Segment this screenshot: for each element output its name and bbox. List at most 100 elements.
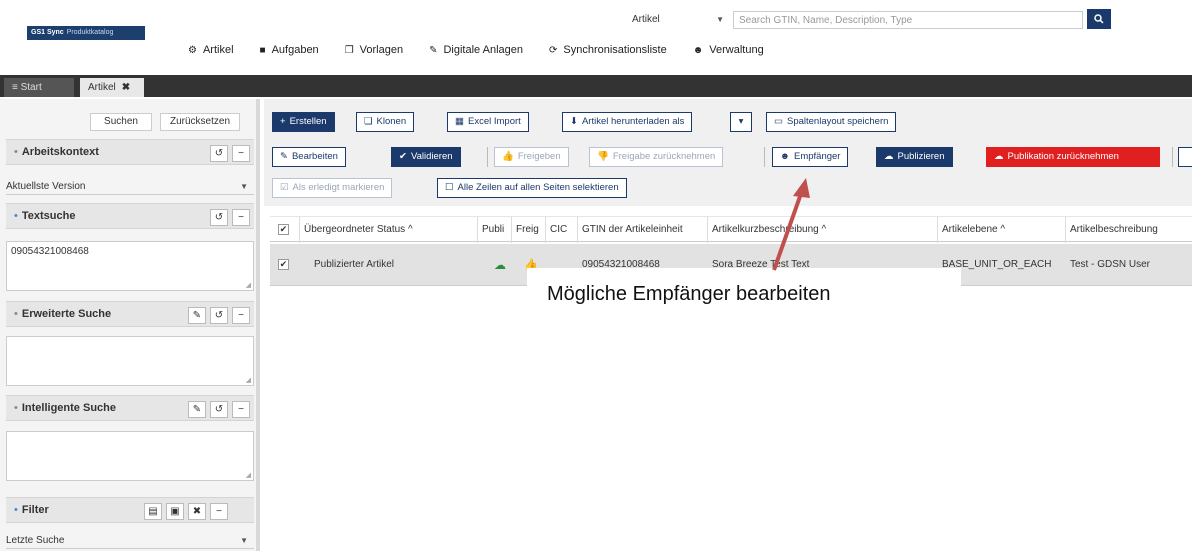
column-header[interactable]: Übergeordneter Status ^	[300, 217, 478, 243]
nav-label: Aufgaben	[271, 44, 319, 56]
search-button[interactable]	[1087, 9, 1111, 29]
erweiterte-suche-area[interactable]: ◢	[6, 336, 254, 386]
tasks-icon: ■	[259, 44, 266, 56]
panel-title-text: Erweiterte Suche	[21, 308, 112, 320]
search-button-sidebar[interactable]: Suchen	[90, 113, 152, 131]
search-input[interactable]	[733, 11, 1083, 29]
validate-button[interactable]: ✔ Validieren	[391, 147, 461, 167]
save-column-layout-button[interactable]: ▭ Spaltenlayout speichern	[766, 112, 897, 132]
undo-icon[interactable]: ↺	[210, 145, 228, 162]
save-icon[interactable]: ▤	[144, 503, 162, 520]
select-all-checkbox[interactable]: ✔	[270, 217, 300, 243]
collapse-icon: •	[14, 402, 18, 414]
button-label: Validieren	[410, 151, 453, 162]
download-icon: ⬇	[570, 116, 578, 127]
select-all-rows-button[interactable]: ☐ Alle Zeilen auf allen Seiten selektiere…	[437, 178, 627, 198]
download-button[interactable]: ⬇ Artikel herunterladen als	[562, 112, 693, 132]
app-header: GS1 SyncProduktkatalog Artikel ▼ ⚙ Artike…	[0, 0, 1192, 68]
collapse-icon: •	[14, 146, 18, 158]
nav-aufgaben[interactable]: ■ Aufgaben	[260, 44, 319, 56]
undo-icon[interactable]: ↺	[210, 209, 228, 226]
reset-button[interactable]: Zurücksetzen	[160, 113, 240, 131]
check-icon: ✔	[399, 151, 407, 162]
tab-start[interactable]: ≡ Start	[4, 78, 74, 97]
panel-title: • Filter	[14, 504, 49, 516]
panel-erweiterte-suche[interactable]: • Erweiterte Suche ✎ ↺ −	[6, 301, 254, 327]
panel-intelligente-suche[interactable]: • Intelligente Suche ✎ ↺ −	[6, 395, 254, 421]
minimize-icon[interactable]: −	[232, 401, 250, 418]
nav-artikel[interactable]: ⚙ Artikel	[188, 44, 234, 56]
thumbs-up-icon: 👍	[502, 151, 514, 162]
published-cell: ☁	[478, 244, 512, 286]
resize-grip-icon[interactable]: ◢	[246, 376, 251, 384]
button-label: Als erledigt markieren	[292, 182, 385, 193]
panel-title-text: Arbeitskontext	[21, 146, 99, 158]
publish-button[interactable]: ☁ Publizieren	[876, 147, 953, 167]
close-icon[interactable]: ✖	[122, 82, 130, 93]
checkbox-checked-icon: ✔	[278, 258, 289, 270]
separator	[487, 147, 488, 167]
check-square-icon: ☑	[280, 182, 289, 193]
nav-vorlagen[interactable]: ❐ Vorlagen	[345, 44, 403, 56]
letzte-suche-select[interactable]: Letzte Suche ▼	[6, 533, 254, 549]
column-header[interactable]: GTIN der Artikeleinheit	[578, 217, 708, 243]
nav-label: Vorlagen	[359, 44, 404, 56]
minimize-icon[interactable]: −	[210, 503, 228, 520]
resize-grip-icon[interactable]: ◢	[246, 471, 251, 479]
row-checkbox[interactable]: ✔	[270, 244, 300, 286]
pencil-icon: ✎	[280, 151, 288, 162]
release-button[interactable]: 👍 Freigeben	[494, 147, 569, 167]
nav-synchronisationsliste[interactable]: ⟳ Synchronisationsliste	[549, 44, 667, 56]
excel-import-button[interactable]: ▦ Excel Import	[447, 112, 529, 132]
nav-digitale-anlagen[interactable]: ✎ Digitale Anlagen	[429, 44, 523, 56]
panel-arbeitskontext[interactable]: • Arbeitskontext ↺ −	[6, 139, 254, 165]
panel-textsuche[interactable]: • Textsuche ↺ −	[6, 203, 254, 229]
button-label: Bearbeiten	[291, 151, 338, 162]
button-label: Freigeben	[517, 151, 561, 162]
app-logo[interactable]: GS1 Sync Produktkatalog	[27, 26, 145, 40]
revoke-release-button[interactable]: 👎 Freigabe zurücknehmen	[589, 147, 724, 167]
minimize-icon[interactable]: −	[232, 209, 250, 226]
edit-button[interactable]: ✎ Bearbeiten	[272, 147, 346, 167]
edit-icon[interactable]: ✎	[188, 401, 206, 418]
column-header[interactable]: CIC	[546, 217, 578, 243]
column-header[interactable]: Artikelebene ^	[938, 217, 1066, 243]
mark-done-button[interactable]: ☑ Als erledigt markieren	[272, 178, 393, 198]
edit-icon[interactable]: ✎	[188, 307, 206, 324]
recipients-button[interactable]: ☻ Empfänger	[772, 147, 849, 167]
save-as-icon[interactable]: ▣	[166, 503, 184, 520]
minimize-icon[interactable]: −	[232, 307, 250, 324]
column-header[interactable]: Freig	[512, 217, 546, 243]
overflow-button[interactable]	[1178, 147, 1192, 167]
textsuche-input[interactable]: 09054321008468 ◢	[6, 241, 254, 291]
table-header: ✔ Übergeordneter Status ^ Publi Freig CI…	[270, 216, 1192, 243]
clone-button[interactable]: ❏ Klonen	[356, 112, 415, 132]
panel-title-text: Intelligente Suche	[21, 402, 116, 414]
column-header[interactable]: Publi	[478, 217, 512, 243]
column-header[interactable]: Artikelbeschreibung	[1066, 217, 1192, 243]
undo-icon[interactable]: ↺	[210, 307, 228, 324]
resize-grip-icon[interactable]: ◢	[246, 281, 251, 289]
plus-icon: +	[280, 116, 286, 127]
minimize-icon[interactable]: −	[232, 145, 250, 162]
download-dropdown-button[interactable]: ▾	[730, 112, 752, 132]
tab-artikel[interactable]: Artikel ✖	[80, 78, 144, 97]
button-label: Erstellen	[289, 116, 327, 127]
search-type-select[interactable]: Artikel ▼	[628, 11, 728, 29]
undo-icon[interactable]: ↺	[210, 401, 228, 418]
create-button[interactable]: + Erstellen	[272, 112, 335, 132]
nav-label: Artikel	[202, 44, 234, 56]
panel-title-text: Filter	[21, 504, 49, 516]
tab-label: Artikel	[88, 82, 116, 93]
delete-icon[interactable]: ✖	[188, 503, 206, 520]
nav-verwaltung[interactable]: ☻ Verwaltung	[693, 44, 764, 56]
panel-filter[interactable]: • Filter ▤ ▣ ✖ −	[6, 497, 254, 523]
cloud-remove-icon: ☁	[994, 151, 1004, 162]
column-header[interactable]: Artikelkurzbeschreibung ^	[708, 217, 938, 243]
tab-bar: ≡ Start Artikel ✖	[0, 75, 1192, 97]
intelligente-suche-area[interactable]: ◢	[6, 431, 254, 481]
version-select[interactable]: Aktuellste Version ▼	[6, 179, 254, 195]
nav-label: Synchronisationsliste	[563, 44, 667, 56]
button-label: Publizieren	[897, 151, 945, 162]
revoke-publication-button[interactable]: ☁ Publikation zurücknehmen	[986, 147, 1160, 167]
